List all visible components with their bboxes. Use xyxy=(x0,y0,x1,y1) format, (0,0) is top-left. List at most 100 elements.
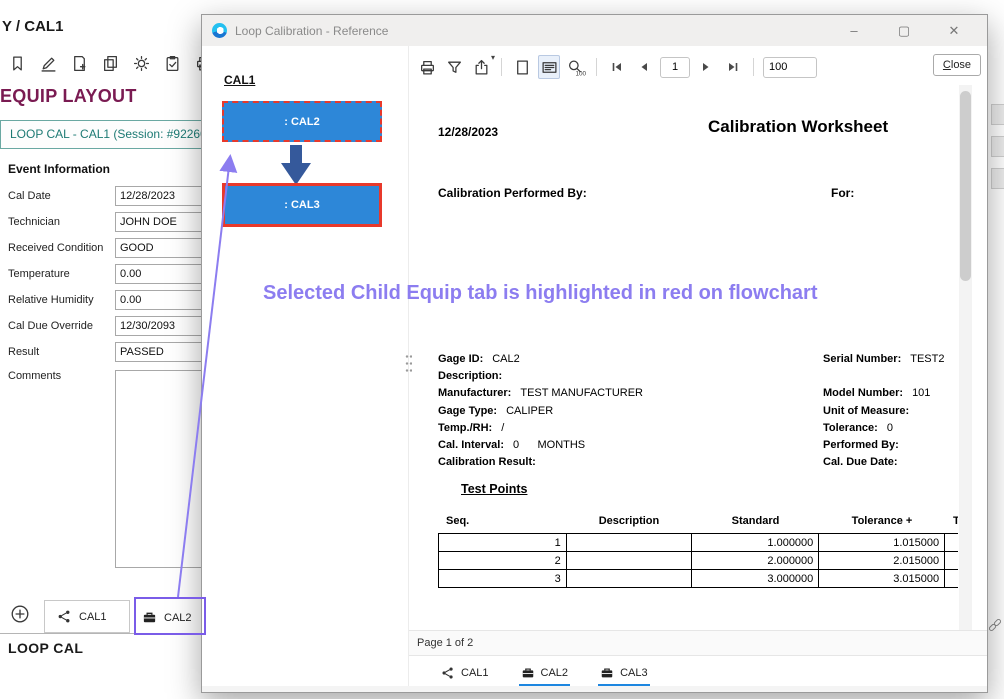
zoom-level-input[interactable] xyxy=(763,57,817,78)
info-label: Calibration Result: xyxy=(438,456,536,468)
zoom-100-icon[interactable]: 100 xyxy=(565,55,587,79)
gear-icon[interactable] xyxy=(130,52,152,74)
cell-tolerance-plus: 1.015000 xyxy=(819,534,945,552)
loop-cal-title: LOOP CAL xyxy=(8,640,83,656)
first-page-icon[interactable] xyxy=(606,55,628,79)
svg-text:100: 100 xyxy=(575,70,586,76)
scrollbar-thumb[interactable] xyxy=(960,91,971,281)
export-dropdown-caret[interactable]: ▾ xyxy=(491,53,495,62)
breadcrumb: Y / CAL1 xyxy=(2,18,63,35)
info-value: 101 xyxy=(912,387,930,399)
info-value: 0 xyxy=(887,422,893,434)
add-equip-button[interactable] xyxy=(10,604,30,624)
info-value: CAL2 xyxy=(492,353,520,365)
clipboard-check-icon[interactable] xyxy=(161,52,183,74)
info-label: Temp./RH: xyxy=(438,422,492,434)
dialog-tab-label: CAL1 xyxy=(461,667,489,679)
maximize-button[interactable]: ▢ xyxy=(897,23,911,39)
calibration-worksheet: 12/28/2023 Calibration Worksheet Calibra… xyxy=(412,85,958,630)
toolbox-icon xyxy=(600,666,614,680)
cell-standard: 3.000000 xyxy=(692,570,819,588)
test-points-table: Seq. Description Standard Tolerance + To… xyxy=(438,509,958,588)
cell-standard: 2.000000 xyxy=(692,552,819,570)
page-status: Page 1 of 2 xyxy=(417,637,473,649)
prev-page-icon[interactable] xyxy=(633,55,655,79)
flowchart-node-cal2[interactable]: : CAL2 xyxy=(222,101,382,142)
dialog-titlebar: Loop Calibration - Reference – ▢ ✕ xyxy=(202,15,987,46)
minimize-button[interactable]: – xyxy=(847,23,861,39)
close-window-button[interactable]: ✕ xyxy=(947,23,961,39)
info-label: Cal. Due Date: xyxy=(823,456,898,468)
cell-tolerance-plus: 2.015000 xyxy=(819,552,945,570)
info-label: Tolerance: xyxy=(823,422,878,434)
share-icon xyxy=(57,609,72,624)
equip-tab-cal1[interactable]: CAL1 xyxy=(44,600,130,633)
table-header-row: Seq. Description Standard Tolerance + To xyxy=(438,509,958,533)
flow-arrow-icon xyxy=(274,145,318,185)
info-row: Manufacturer:TEST MANUFACTURER Model Num… xyxy=(438,385,958,402)
cell-standard: 1.000000 xyxy=(692,534,819,552)
info-value: TEST2 xyxy=(910,353,944,365)
edit-icon[interactable] xyxy=(37,52,59,74)
page-number-input[interactable] xyxy=(660,57,690,78)
column-header: Description xyxy=(566,515,692,527)
export-icon[interactable]: ▾ xyxy=(470,55,492,79)
flowchart-node-cal3[interactable]: : CAL3 xyxy=(222,183,382,227)
result-label: Result xyxy=(8,346,115,358)
info-label: Model Number: xyxy=(823,387,903,399)
info-label: Gage ID: xyxy=(438,353,483,365)
report-scrollbar[interactable] xyxy=(959,85,972,630)
column-header: Seq. xyxy=(438,515,566,527)
info-label: Serial Number: xyxy=(823,353,901,365)
gage-info-block: Gage ID: CAL2 Serial Number: TEST2 Descrip… xyxy=(438,351,958,471)
cell-tolerance-minus xyxy=(945,570,958,588)
cell-description xyxy=(566,552,692,570)
dialog-tab-cal3[interactable]: CAL3 xyxy=(596,661,652,685)
column-header: To xyxy=(945,515,958,527)
cell-description xyxy=(566,534,692,552)
cell-seq: 2 xyxy=(439,552,567,570)
app-logo-icon xyxy=(212,23,227,38)
page-title: EQUIP LAYOUT xyxy=(0,86,137,107)
copy-icon[interactable] xyxy=(99,52,121,74)
flowchart-root-label[interactable]: CAL1 xyxy=(224,73,255,87)
panel-fragment xyxy=(991,104,1004,125)
info-label: Cal. Interval: xyxy=(438,439,504,451)
cell-tolerance-plus: 3.015000 xyxy=(819,570,945,588)
next-page-icon[interactable] xyxy=(695,55,717,79)
status-bar: Page 1 of 2 xyxy=(409,630,987,656)
info-row: Temp./RH:/ Tolerance:0 xyxy=(438,420,958,437)
page-width-icon[interactable] xyxy=(538,55,560,79)
equip-tab-cal2[interactable]: CAL2 xyxy=(142,604,200,631)
bookmark-icon[interactable] xyxy=(6,52,28,74)
tabbar-divider xyxy=(0,633,201,634)
close-button[interactable]: Close xyxy=(933,54,981,76)
column-header: Tolerance + xyxy=(819,515,945,527)
temperature-label: Temperature xyxy=(8,268,115,280)
cell-seq: 1 xyxy=(439,534,567,552)
dialog-tab-cal2[interactable]: CAL2 xyxy=(517,661,573,685)
comments-label: Comments xyxy=(8,370,115,382)
table-row: 1 1.000000 1.015000 xyxy=(439,534,959,552)
info-label: Manufacturer: xyxy=(438,387,511,399)
info-row: Description: xyxy=(438,368,958,385)
dialog-title: Loop Calibration - Reference xyxy=(235,24,388,38)
info-row: Cal. Interval:0 MONTHS Performed By: xyxy=(438,437,958,454)
info-label: Unit of Measure: xyxy=(823,405,909,417)
single-page-icon[interactable] xyxy=(511,55,533,79)
table-row: 3 3.000000 3.015000 xyxy=(439,570,959,588)
info-value: CALIPER xyxy=(506,405,553,417)
test-points-title: Test Points xyxy=(461,482,527,496)
panel-fragment xyxy=(991,136,1004,157)
dialog-tab-cal1[interactable]: CAL1 xyxy=(437,661,493,685)
panel-fragment xyxy=(991,168,1004,189)
filter-icon[interactable] xyxy=(443,55,465,79)
print-icon[interactable] xyxy=(416,55,438,79)
info-label: Performed By: xyxy=(823,439,899,451)
toolbox-icon xyxy=(142,610,157,625)
loop-calibration-dialog: Loop Calibration - Reference – ▢ ✕ CAL1 … xyxy=(201,14,988,693)
page-add-icon[interactable] xyxy=(68,52,90,74)
flowchart-panel: CAL1 : CAL2 : CAL3 xyxy=(202,46,409,692)
last-page-icon[interactable] xyxy=(722,55,744,79)
for-label: For: xyxy=(831,186,854,200)
